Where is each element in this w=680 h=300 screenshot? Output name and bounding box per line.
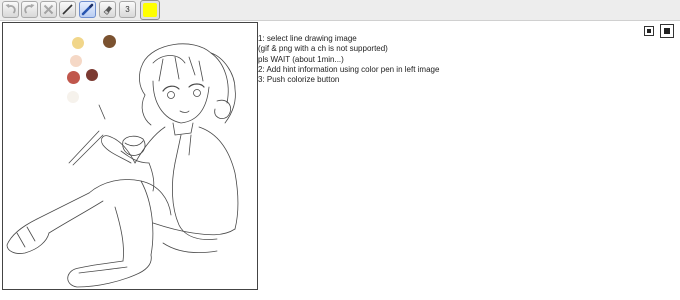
instruction-line-1: 1: select line drawing image: [258, 34, 357, 43]
save-result-button[interactable]: [644, 26, 654, 36]
line-drawing-image: [6, 43, 239, 288]
toolbar: 3: [0, 0, 680, 21]
current-color-swatch: [143, 3, 157, 17]
instruction-line-3: pls WAIT (about 1min...): [258, 54, 344, 64]
colorize-result-icon: [663, 27, 670, 34]
instruction-line-2: (gif & png with a ch is not supported): [258, 44, 388, 54]
colorize-result-button[interactable]: [660, 24, 674, 38]
hint-color-dot: [67, 71, 80, 84]
undo-button[interactable]: [2, 1, 19, 18]
line-tool-button[interactable]: [59, 1, 76, 18]
hint-color-dot: [70, 55, 82, 67]
redo-icon: [24, 4, 35, 14]
line-drawing-canvas[interactable]: [2, 22, 258, 290]
clear-icon: [43, 4, 54, 15]
redo-button[interactable]: [21, 1, 38, 18]
eraser-tool-button[interactable]: [99, 1, 116, 18]
hint-color-dot: [86, 69, 98, 81]
size-selector[interactable]: 3: [119, 1, 136, 18]
instruction-line-4: 2: Add hint information using color pen …: [258, 64, 440, 74]
clear-button[interactable]: [40, 1, 57, 18]
eraser-icon: [103, 6, 112, 15]
size-value: 3: [125, 5, 130, 14]
save-result-icon: [647, 29, 651, 33]
line-icon: [62, 4, 73, 15]
instruction-line-5: 3: Push colorize button: [258, 75, 340, 85]
pen-tool-button[interactable]: [79, 1, 96, 18]
hint-color-dot: [72, 37, 84, 49]
hint-color-dot: [103, 35, 116, 48]
undo-icon: [5, 4, 16, 14]
color-picker-button[interactable]: [140, 0, 160, 20]
instructions-panel: 1: select line drawing image (gif & png …: [258, 34, 588, 85]
hint-color-dot: [67, 91, 79, 103]
pen-icon: [81, 3, 94, 16]
